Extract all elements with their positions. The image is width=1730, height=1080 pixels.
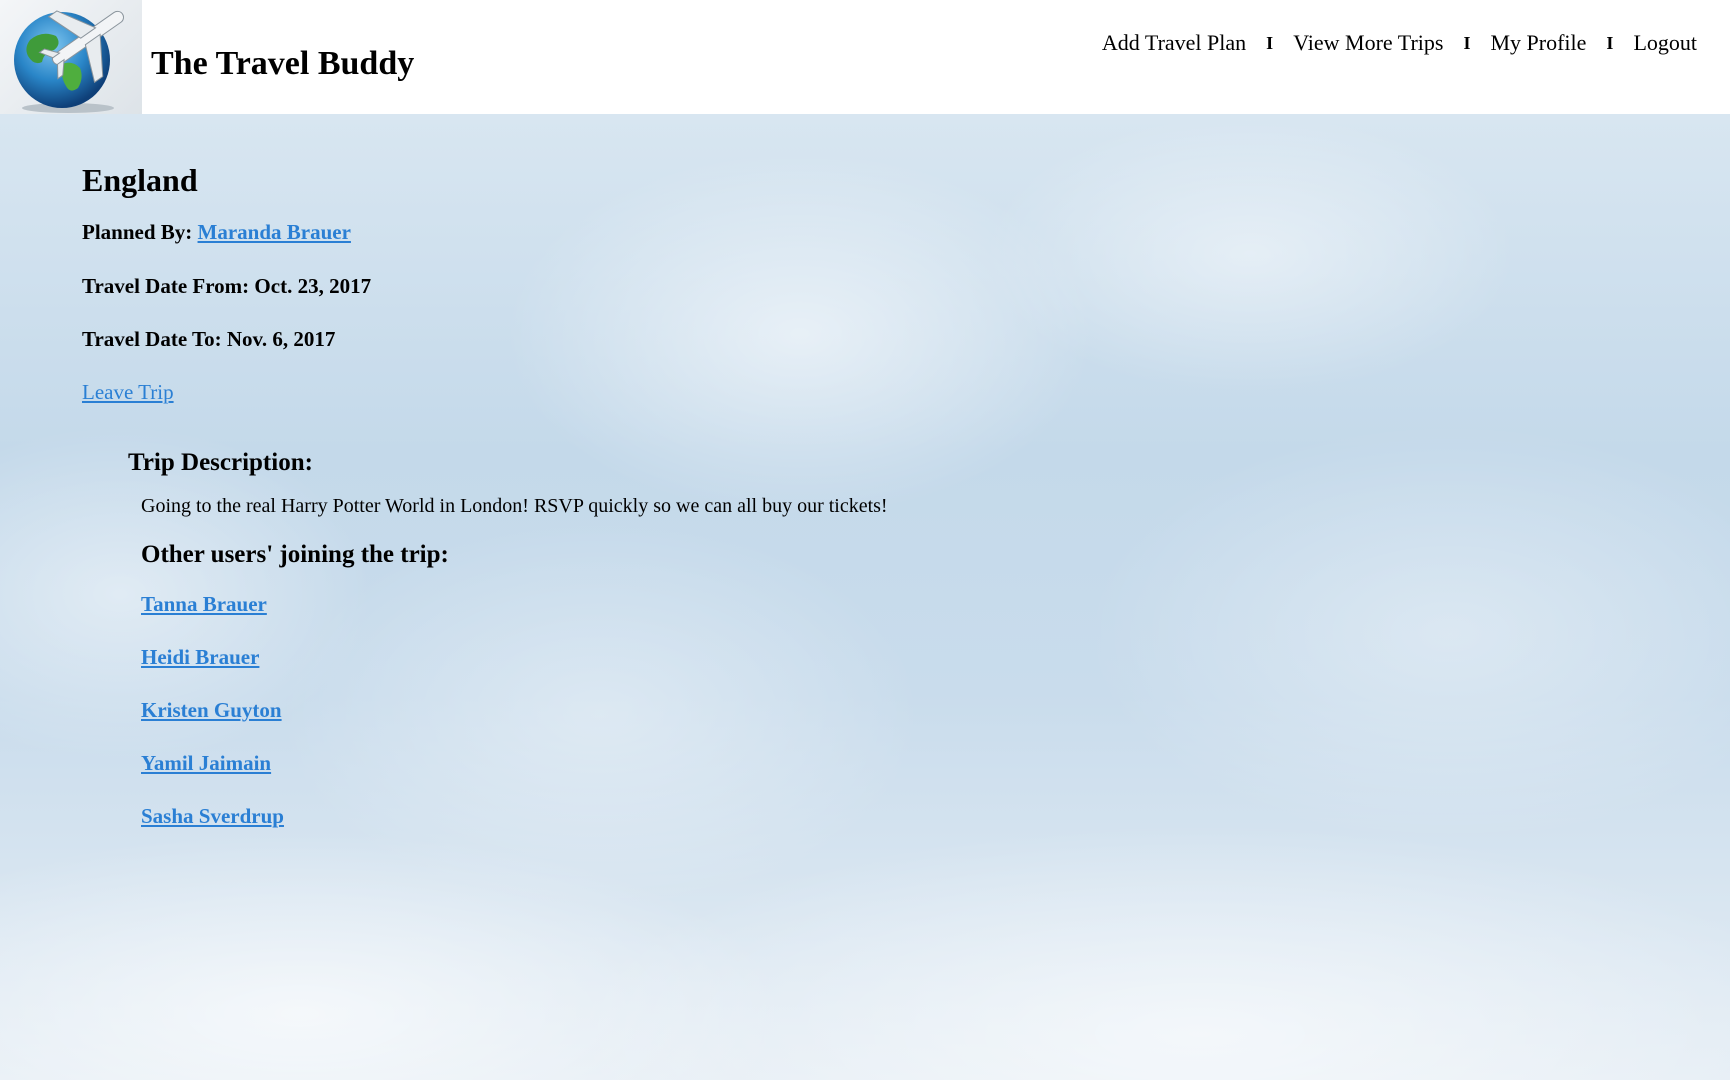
site-header: The Travel Buddy Add Travel Plan I View … bbox=[0, 0, 1730, 114]
list-item: Yamil Jaimain bbox=[141, 749, 901, 777]
planned-by-label: Planned By: bbox=[82, 220, 193, 244]
nav-separator: I bbox=[1463, 33, 1471, 53]
date-from-label: Travel Date From: bbox=[82, 274, 250, 298]
globe-airplane-icon[interactable] bbox=[0, 0, 142, 114]
nav-my-profile[interactable]: My Profile bbox=[1490, 28, 1586, 58]
trip-details: England Planned By: Maranda Brauer Trave… bbox=[82, 158, 982, 855]
participant-link[interactable]: Yamil Jaimain bbox=[141, 751, 271, 775]
main-nav: Add Travel Plan I View More Trips I My P… bbox=[1102, 28, 1697, 58]
trip-description-heading: Trip Description: bbox=[128, 449, 313, 476]
trip-description-section: Trip Description: Going to the real Harr… bbox=[128, 446, 982, 830]
participants-heading: Other users' joining the trip: bbox=[141, 541, 449, 568]
list-item: Tanna Brauer bbox=[141, 590, 901, 618]
participants-list: Tanna Brauer Heidi Brauer Kristen Guyton… bbox=[141, 590, 901, 830]
date-to-value: Nov. 6, 2017 bbox=[226, 327, 336, 351]
date-from-value: Oct. 23, 2017 bbox=[254, 274, 372, 298]
site-title: The Travel Buddy bbox=[151, 45, 415, 82]
nav-add-travel-plan[interactable]: Add Travel Plan bbox=[1102, 28, 1246, 58]
participant-link[interactable]: Heidi Brauer bbox=[141, 645, 259, 669]
date-to-label: Travel Date To: bbox=[82, 327, 222, 351]
nav-separator: I bbox=[1266, 33, 1274, 53]
participant-link[interactable]: Kristen Guyton bbox=[141, 698, 282, 722]
planner-link[interactable]: Maranda Brauer bbox=[198, 220, 351, 244]
trip-destination: England bbox=[82, 162, 198, 198]
trip-description-text: Going to the real Harry Potter World in … bbox=[141, 495, 888, 517]
trip-description-body: Going to the real Harry Potter World in … bbox=[141, 494, 901, 830]
list-item: Heidi Brauer bbox=[141, 643, 901, 671]
list-item: Sasha Sverdrup bbox=[141, 802, 901, 830]
participant-link[interactable]: Sasha Sverdrup bbox=[141, 804, 284, 828]
nav-logout[interactable]: Logout bbox=[1633, 28, 1697, 58]
list-item: Kristen Guyton bbox=[141, 696, 901, 724]
participant-link[interactable]: Tanna Brauer bbox=[141, 592, 267, 616]
nav-view-more-trips[interactable]: View More Trips bbox=[1293, 28, 1443, 58]
planned-by: Planned By: Maranda Brauer bbox=[82, 218, 982, 246]
leave-trip-link[interactable]: Leave Trip bbox=[82, 378, 174, 406]
nav-separator: I bbox=[1606, 33, 1614, 53]
travel-date-from: Travel Date From: Oct. 23, 2017 bbox=[82, 272, 982, 300]
travel-date-to: Travel Date To: Nov. 6, 2017 bbox=[82, 325, 982, 353]
